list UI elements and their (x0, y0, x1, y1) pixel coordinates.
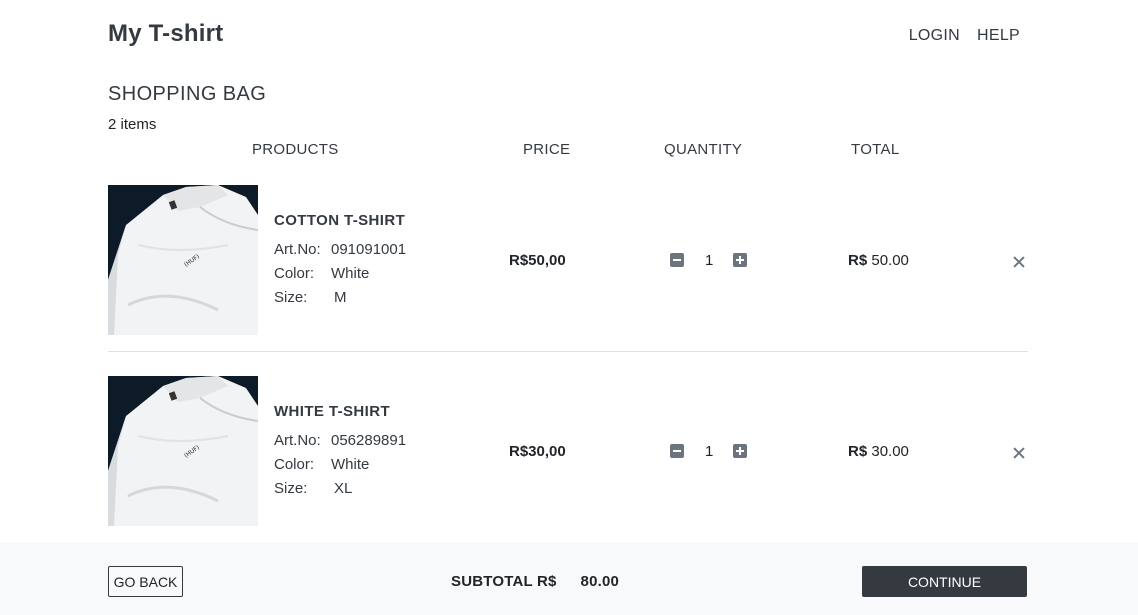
column-header-quantity: QUANTITY (664, 141, 743, 158)
color-label: Color: (274, 265, 315, 282)
close-icon[interactable] (1012, 446, 1026, 460)
minus-square-icon[interactable] (670, 253, 684, 267)
column-header-total: TOTAL (851, 141, 900, 158)
size-label: Size: (274, 480, 308, 497)
line-total: R$ 30.00 (848, 443, 909, 460)
product-color: Color: White (274, 265, 369, 282)
total-currency: R$ (848, 443, 868, 460)
size-value: M (334, 289, 347, 306)
product-size: Size: M (274, 289, 347, 306)
line-total: R$ 50.00 (848, 252, 909, 269)
total-amount: 50.00 (871, 252, 909, 269)
row-divider (108, 351, 1028, 352)
product-name[interactable]: WHITE T-SHIRT (274, 403, 390, 420)
minus-square-icon[interactable] (670, 444, 684, 458)
total-amount: 30.00 (871, 443, 909, 460)
page-title: SHOPPING BAG (108, 83, 267, 105)
product-art-no: Art.No: 091091001 (274, 241, 406, 258)
product-name[interactable]: COTTON T-SHIRT (274, 212, 405, 229)
column-header-price: PRICE (523, 141, 571, 158)
quantity-value: 1 (705, 443, 714, 460)
total-currency: R$ (848, 252, 868, 269)
items-count: 2 items (108, 116, 157, 133)
art-no-value: 056289891 (331, 432, 407, 449)
continue-button[interactable]: CONTINUE (862, 566, 1027, 597)
art-no-label: Art.No: (274, 241, 321, 258)
product-image[interactable]: (HUF) (108, 185, 258, 335)
checkout-footer: GO BACK SUBTOTAL R$ 80.00 CONTINUE (0, 542, 1138, 615)
size-value: XL (334, 480, 353, 497)
art-no-label: Art.No: (274, 432, 321, 449)
brand-logo[interactable]: My T-shirt (108, 20, 223, 48)
product-art-no: Art.No: 056289891 (274, 432, 406, 449)
unit-price: R$50,00 (509, 252, 566, 269)
art-no-value: 091091001 (331, 241, 407, 258)
go-back-button[interactable]: GO BACK (108, 566, 183, 597)
column-header-products: PRODUCTS (252, 141, 339, 158)
product-size: Size: XL (274, 480, 352, 497)
nav-help-link[interactable]: HELP (977, 27, 1020, 45)
subtotal-label: SUBTOTAL R$ (451, 573, 557, 590)
cart-item-row: (HUF) COTTON T-SHIRT Art.No: 091091001 C… (108, 185, 1028, 335)
subtotal: SUBTOTAL R$ 80.00 (451, 573, 619, 590)
plus-square-icon[interactable] (733, 253, 747, 267)
color-value: White (331, 265, 370, 282)
product-color: Color: White (274, 456, 369, 473)
cart-item-row: (HUF) WHITE T-SHIRT Art.No: 056289891 Co… (108, 376, 1028, 526)
color-value: White (331, 456, 370, 473)
size-label: Size: (274, 289, 308, 306)
subtotal-value: 80.00 (580, 573, 620, 590)
color-label: Color: (274, 456, 315, 473)
product-image[interactable]: (HUF) (108, 376, 258, 526)
unit-price: R$30,00 (509, 443, 566, 460)
close-icon[interactable] (1012, 255, 1026, 269)
nav-login-link[interactable]: LOGIN (909, 27, 960, 45)
top-nav: LOGIN HELP (909, 27, 1020, 45)
quantity-value: 1 (705, 252, 714, 269)
plus-square-icon[interactable] (733, 444, 747, 458)
